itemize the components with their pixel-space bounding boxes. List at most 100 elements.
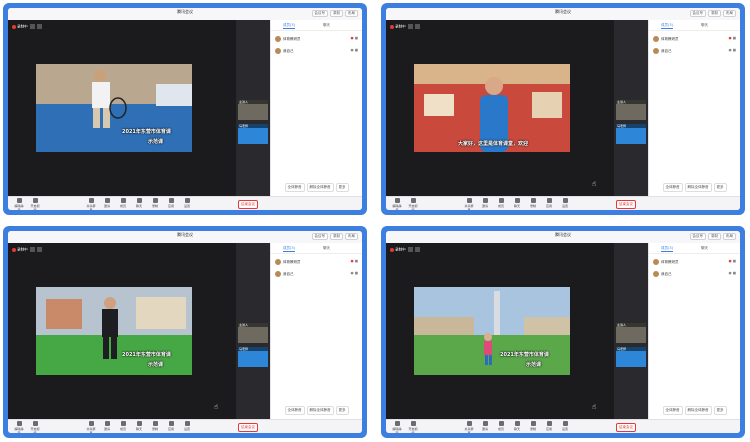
toolbar-button[interactable]: 开启视频 (30, 198, 40, 210)
toolbar-button[interactable]: 成员 (118, 421, 128, 431)
members-footer-button[interactable]: 全体静音 (662, 406, 683, 415)
tab-members[interactable]: 成员(3) (661, 23, 673, 29)
toolbar-button[interactable]: 邀请 (102, 421, 112, 431)
members-footer-button[interactable]: 解除全体静音 (306, 183, 334, 192)
toolbar-button[interactable]: 开启视频 (408, 421, 418, 433)
toolbar-button[interactable]: 应用 (166, 421, 176, 431)
titlebar-chip[interactable]: 录制 (330, 10, 343, 17)
end-meeting-button[interactable]: 结束会议 (616, 423, 636, 432)
members-footer-button[interactable]: 更多 (335, 183, 349, 192)
member-row[interactable]: 体育教研员 (653, 259, 679, 265)
toolbar-button[interactable]: 开启视频 (408, 198, 418, 210)
toolbar-button[interactable]: 邀请 (480, 198, 490, 208)
members-footer-button[interactable]: 更多 (713, 406, 727, 415)
member-row[interactable]: 体育教研员 (275, 36, 301, 42)
toolbar-button[interactable]: 共享屏幕 (464, 198, 474, 210)
camera-icon[interactable]: ■ (732, 271, 736, 275)
participant-tile[interactable]: 主讲人 (238, 100, 268, 120)
toolbar-button[interactable]: 解除静音 (14, 198, 24, 210)
toolbar-button[interactable]: 录制 (150, 198, 160, 208)
participant-tile[interactable]: 主讲人 (616, 323, 646, 343)
toolbar-button[interactable]: 开启视频 (30, 421, 40, 433)
camera-icon[interactable]: ■ (354, 36, 358, 40)
camera-icon[interactable]: ■ (732, 259, 736, 263)
participant-tile[interactable]: 马老师 (616, 124, 646, 144)
fullscreen-icon[interactable] (36, 24, 42, 29)
titlebar-chip[interactable]: 布局 (723, 10, 736, 17)
titlebar-chip[interactable]: 录制 (330, 233, 343, 240)
participant-tile[interactable]: 马老师 (238, 124, 268, 144)
toolbar-button[interactable]: 聊天 (134, 198, 144, 208)
titlebar-chip[interactable]: 录制 (708, 10, 721, 17)
titlebar-chip[interactable]: 录制 (708, 233, 721, 240)
camera-icon[interactable]: ■ (732, 48, 736, 52)
toolbar-button[interactable]: 录制 (150, 421, 160, 431)
camera-icon[interactable]: ■ (354, 259, 358, 263)
toolbar-button[interactable]: 录制 (528, 421, 538, 431)
grid-view-icon[interactable] (29, 24, 35, 29)
titlebar-chip[interactable]: 布局 (723, 233, 736, 240)
toolbar-button[interactable]: 设置 (182, 421, 192, 431)
toolbar-button[interactable]: 应用 (544, 421, 554, 431)
tab-chat[interactable]: 聊天 (323, 23, 330, 28)
toolbar-button[interactable]: 聊天 (134, 421, 144, 431)
grid-view-icon[interactable] (407, 24, 413, 29)
titlebar-chip[interactable]: 布局 (345, 10, 358, 17)
toolbar-button[interactable]: 共享屏幕 (464, 421, 474, 433)
toolbar-button[interactable]: 应用 (166, 198, 176, 208)
titlebar-chip[interactable]: 会议号 (311, 10, 328, 17)
tab-chat[interactable]: 聊天 (701, 23, 708, 28)
thumbs-up-icon[interactable]: ☝ (212, 403, 220, 411)
tab-members[interactable]: 成员(3) (661, 246, 673, 252)
toolbar-button[interactable]: 解除静音 (392, 198, 402, 210)
toolbar-button[interactable]: 设置 (560, 198, 570, 208)
participant-tile[interactable]: 马老师 (238, 347, 268, 367)
toolbar-button[interactable]: 邀请 (102, 198, 112, 208)
members-footer-button[interactable]: 解除全体静音 (684, 406, 712, 415)
fullscreen-icon[interactable] (414, 247, 420, 252)
participant-tile[interactable]: 主讲人 (238, 323, 268, 343)
members-footer-button[interactable]: 全体静音 (284, 406, 305, 415)
grid-view-icon[interactable] (407, 247, 413, 252)
toolbar-button[interactable]: 邀请 (480, 421, 490, 431)
members-footer-button[interactable]: 全体静音 (284, 183, 305, 192)
tab-members[interactable]: 成员(3) (283, 246, 295, 252)
toolbar-button[interactable]: 成员 (496, 198, 506, 208)
toolbar-button[interactable]: 解除静音 (392, 421, 402, 433)
members-footer-button[interactable]: 更多 (335, 406, 349, 415)
titlebar-chip[interactable]: 会议号 (689, 233, 706, 240)
member-row[interactable]: 我自己 (653, 271, 672, 277)
thumbs-up-icon[interactable]: ☝ (590, 403, 598, 411)
member-row[interactable]: 我自己 (275, 48, 294, 54)
fullscreen-icon[interactable] (414, 24, 420, 29)
toolbar-button[interactable]: 解除静音 (14, 421, 24, 433)
grid-view-icon[interactable] (29, 247, 35, 252)
thumbs-up-icon[interactable]: ☝ (590, 180, 598, 188)
toolbar-button[interactable]: 聊天 (512, 198, 522, 208)
toolbar-button[interactable]: 成员 (496, 421, 506, 431)
end-meeting-button[interactable]: 结束会议 (238, 423, 258, 432)
toolbar-button[interactable]: 共享屏幕 (86, 198, 96, 210)
titlebar-chip[interactable]: 会议号 (311, 233, 328, 240)
member-row[interactable]: 体育教研员 (653, 36, 679, 42)
tab-chat[interactable]: 聊天 (323, 246, 330, 251)
participant-tile[interactable]: 主讲人 (616, 100, 646, 120)
camera-icon[interactable]: ■ (732, 36, 736, 40)
toolbar-button[interactable]: 应用 (544, 198, 554, 208)
tab-members[interactable]: 成员(3) (283, 23, 295, 29)
toolbar-button[interactable]: 录制 (528, 198, 538, 208)
titlebar-chip[interactable]: 布局 (345, 233, 358, 240)
toolbar-button[interactable]: 共享屏幕 (86, 421, 96, 433)
members-footer-button[interactable]: 更多 (713, 183, 727, 192)
titlebar-chip[interactable]: 会议号 (689, 10, 706, 17)
toolbar-button[interactable]: 聊天 (512, 421, 522, 431)
camera-icon[interactable]: ■ (354, 271, 358, 275)
toolbar-button[interactable]: 设置 (182, 198, 192, 208)
members-footer-button[interactable]: 解除全体静音 (306, 406, 334, 415)
camera-icon[interactable]: ■ (354, 48, 358, 52)
member-row[interactable]: 我自己 (653, 48, 672, 54)
end-meeting-button[interactable]: 结束会议 (238, 200, 258, 209)
participant-tile[interactable]: 马老师 (616, 347, 646, 367)
tab-chat[interactable]: 聊天 (701, 246, 708, 251)
end-meeting-button[interactable]: 结束会议 (616, 200, 636, 209)
